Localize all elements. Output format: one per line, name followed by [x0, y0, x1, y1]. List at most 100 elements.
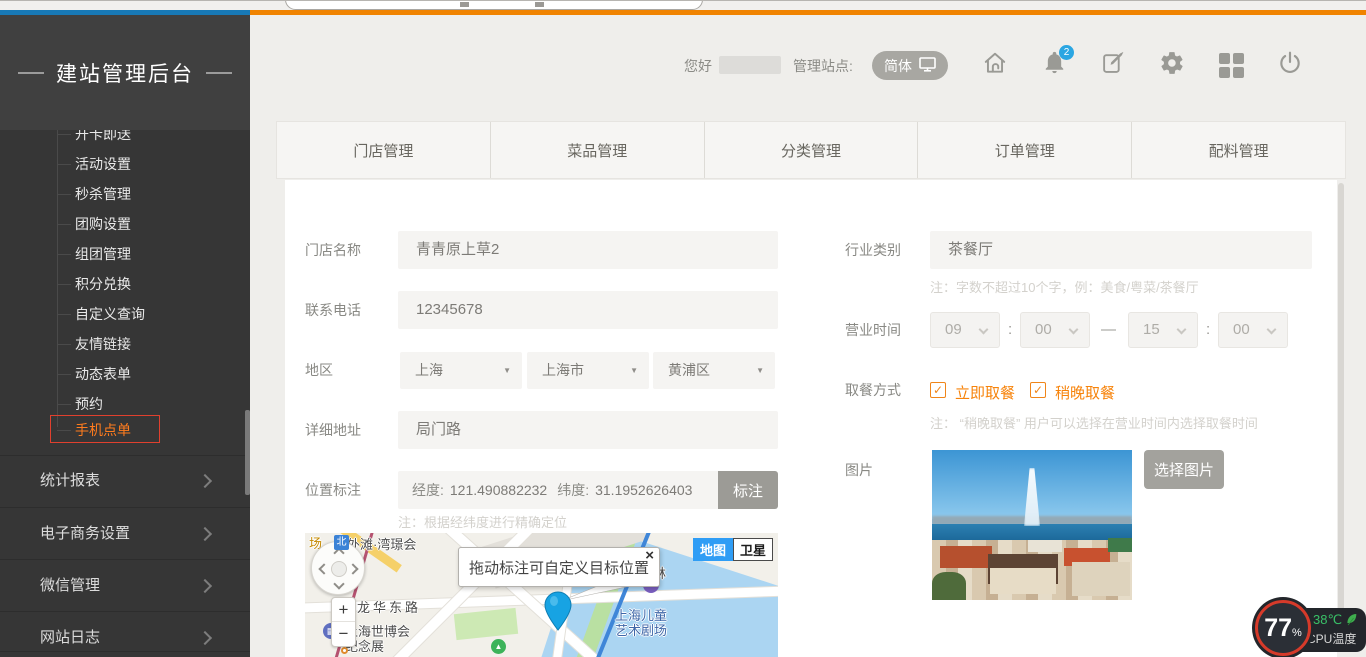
zoom-in-button[interactable]: +	[332, 598, 355, 622]
tab-category-management[interactable]: 分类管理	[705, 122, 919, 178]
notification-badge: 2	[1059, 45, 1074, 60]
sidebar-divider	[0, 455, 250, 456]
cpu-temperature-value: 38℃	[1313, 612, 1342, 627]
main-scrollbar-thumb[interactable]	[1338, 183, 1344, 650]
close-hour-select[interactable]: 15	[1128, 312, 1198, 348]
cpu-monitor-widget[interactable]: 38℃ CPU温度 77 %	[1255, 600, 1366, 657]
greeting-text: 您好	[684, 57, 712, 75]
close-icon[interactable]: ×	[645, 548, 654, 564]
location-map[interactable]: 场 外滩·湾璟会 健康林 龙华东路 上海儿童 艺术剧场 上海世博会 纪念展 ▦ …	[305, 533, 778, 657]
sidebar: 建站管理后台 开卡即送 活动设置 秒杀管理 团购设置 组团管理 积分兑换 自定义…	[0, 15, 250, 657]
open-minute-select[interactable]: 00	[1020, 312, 1090, 348]
leaf-icon	[1346, 613, 1357, 626]
zoom-out-button[interactable]: −	[332, 622, 355, 646]
language-switch-button[interactable]: 简体	[872, 51, 948, 80]
sidebar-scrollbar[interactable]	[245, 410, 250, 495]
chevron-right-icon	[198, 579, 212, 593]
photo-building	[1028, 540, 1062, 552]
pan-right-icon	[347, 563, 358, 574]
sidebar-item-groupbuy[interactable]: 团购设置	[75, 213, 131, 235]
sidebar-title: 建站管理后台	[56, 58, 194, 88]
dropdown-arrow-icon: ▼	[503, 352, 511, 389]
address-label: 详细地址	[305, 422, 361, 438]
province-select[interactable]: 上海 ▼	[400, 352, 522, 389]
power-icon	[1277, 50, 1303, 81]
phone-input[interactable]: 12345678	[398, 291, 778, 329]
logout-button[interactable]	[1276, 51, 1304, 79]
sidebar-item-dynamic-form[interactable]: 动态表单	[75, 363, 131, 385]
address-input[interactable]: 局门路	[398, 411, 778, 449]
pickup-now-label[interactable]: 立即取餐	[955, 382, 1015, 403]
home-button[interactable]	[981, 51, 1009, 79]
tab-store-management[interactable]: 门店管理	[277, 122, 491, 178]
industry-note: 注：字数不超过10个字，例：美食/粤菜/茶餐厅	[930, 277, 1199, 296]
city-select[interactable]: 上海市 ▼	[527, 352, 649, 389]
main-scrollbar-track	[1337, 180, 1345, 657]
sidebar-item-booking[interactable]: 预约	[75, 393, 103, 415]
close-hour-value: 15	[1143, 321, 1160, 338]
chevron-right-icon	[198, 527, 212, 541]
map-type-switch: 地图 卫星	[693, 538, 773, 561]
browser-address-bar[interactable]	[285, 0, 703, 10]
store-name-input[interactable]: 青青原上草2	[398, 231, 778, 269]
open-hour-select[interactable]: 09	[930, 312, 1000, 348]
dropdown-arrow-icon: ▼	[630, 352, 638, 389]
image-label: 图片	[845, 462, 873, 478]
settings-button[interactable]	[1158, 51, 1186, 79]
district-select[interactable]: 黄浦区 ▼	[653, 352, 775, 389]
sidebar-item-points[interactable]: 积分兑换	[75, 273, 131, 295]
sidebar-section-statistics[interactable]: 统计报表	[40, 471, 100, 491]
pickup-later-label[interactable]: 稍晚取餐	[1055, 382, 1115, 403]
chevron-down-icon	[1267, 325, 1277, 335]
close-minute-select[interactable]: 00	[1218, 312, 1288, 348]
language-label: 简体	[884, 56, 912, 76]
time-colon: :	[1206, 321, 1210, 338]
longitude-label: 经度:	[412, 480, 444, 500]
pickup-now-checkbox[interactable]: ✓	[930, 382, 946, 398]
pickup-later-checkbox[interactable]: ✓	[1030, 382, 1046, 398]
map-type-satellite-button[interactable]: 卫星	[733, 538, 773, 561]
compose-button[interactable]	[1099, 51, 1127, 79]
tab-dish-management[interactable]: 菜品管理	[491, 122, 705, 178]
sidebar-item-links[interactable]: 友情链接	[75, 333, 131, 355]
address-bar-mark	[460, 2, 469, 7]
location-label: 位置标注	[305, 482, 361, 498]
page-header: 您好 管理站点: 简体 2	[250, 15, 1366, 121]
mark-location-button[interactable]: 标注	[718, 471, 778, 509]
sidebar-item-seckill[interactable]: 秒杀管理	[75, 183, 131, 205]
sidebar-section-wechat[interactable]: 微信管理	[40, 576, 100, 596]
region-label: 地区	[305, 362, 333, 378]
sidebar-item-mobile-order[interactable]: 手机点单	[75, 419, 131, 441]
tab-order-management[interactable]: 订单管理	[918, 122, 1132, 178]
sidebar-section-ecommerce[interactable]: 电子商务设置	[40, 524, 130, 544]
sidebar-item-activity[interactable]: 活动设置	[75, 153, 131, 175]
apps-button[interactable]	[1217, 51, 1245, 79]
pan-down-icon	[333, 578, 344, 589]
photo-trees	[1108, 538, 1132, 552]
tab-ingredient-management[interactable]: 配料管理	[1132, 122, 1345, 178]
industry-input[interactable]: 茶餐厅	[930, 231, 1312, 269]
time-dash: —	[1101, 321, 1116, 338]
map-park	[454, 608, 518, 640]
sidebar-item-custom-query[interactable]: 自定义查询	[75, 303, 145, 325]
cpu-temperature: 38℃	[1313, 612, 1357, 628]
close-minute-value: 00	[1233, 321, 1250, 338]
location-note: 注：根据经纬度进行精确定位	[398, 512, 567, 531]
title-dash-left	[18, 72, 44, 74]
time-colon: :	[1008, 321, 1012, 338]
map-zoom-control: + −	[331, 597, 356, 647]
sidebar-section-site-log[interactable]: 网站日志	[40, 628, 100, 648]
username-redacted	[719, 56, 781, 74]
sidebar-item-teambuy[interactable]: 组团管理	[75, 243, 131, 265]
sidebar-divider	[0, 651, 250, 652]
map-label-road: 龙华东路	[357, 597, 421, 616]
map-type-map-button[interactable]: 地图	[693, 538, 733, 561]
photo-building	[990, 568, 1056, 594]
cpu-usage-percent-sign: %	[1292, 611, 1302, 655]
choose-image-button[interactable]: 选择图片	[1144, 450, 1224, 489]
location-coordinates-field[interactable]: 经度: 121.490882232 纬度: 31.1952626403	[398, 471, 718, 509]
notifications-button[interactable]: 2	[1040, 51, 1068, 79]
chevron-down-icon	[979, 325, 989, 335]
gear-icon	[1159, 50, 1185, 81]
map-pin[interactable]	[543, 591, 573, 631]
